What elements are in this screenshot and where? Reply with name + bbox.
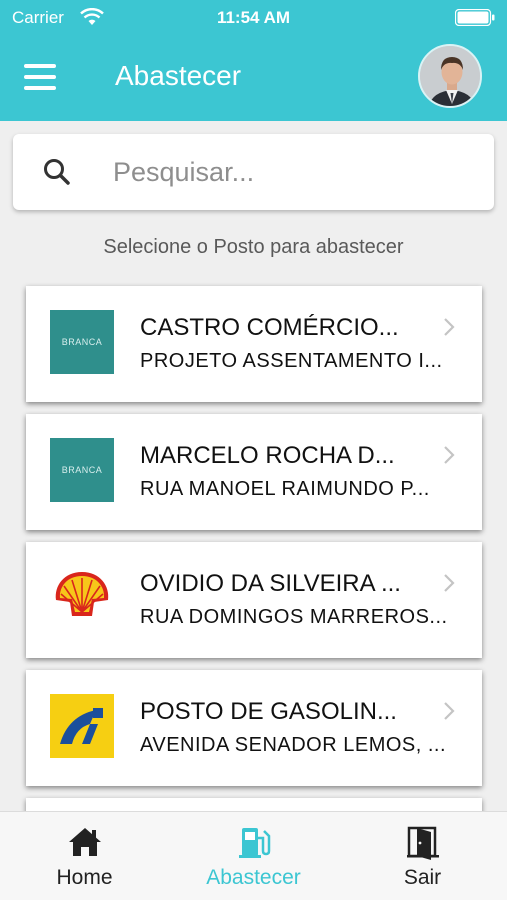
chevron-right-icon (444, 318, 455, 336)
station-list-item[interactable]: BRANCA CASTRO COMÉRCIO... PROJETO ASSENT… (26, 286, 482, 402)
page-title: Abastecer (115, 60, 242, 91)
branca-logo: BRANCA (50, 310, 114, 374)
tab-abastecer[interactable]: Abastecer (169, 812, 338, 900)
chevron-right-icon (444, 702, 455, 720)
station-name: MARCELO ROCHA D... (140, 442, 395, 469)
status-bar: Carrier 11:54 AM (0, 0, 507, 34)
tab-abastecer-label: Abastecer (206, 866, 301, 889)
search-icon (44, 159, 70, 185)
battery-icon (455, 9, 495, 26)
station-address: RUA MANOEL RAIMUNDO P... (140, 478, 430, 500)
station-address: AVENIDA SENADOR LEMOS, ... (140, 734, 447, 756)
tab-sair-label: Sair (403, 866, 442, 889)
station-name: CASTRO COMÉRCIO... (140, 314, 399, 341)
status-time: 11:54 AM (216, 8, 291, 27)
station-list-item[interactable]: OVIDIO DA SILVEIRA ... RUA DOMINGOS MARR… (26, 542, 482, 658)
station-name: POSTO DE GASOLIN... (140, 698, 397, 725)
ipiranga-logo (50, 694, 114, 758)
search-input[interactable] (113, 152, 473, 192)
chevron-right-icon (444, 574, 455, 592)
shell-logo (55, 572, 109, 616)
user-avatar[interactable] (418, 44, 482, 108)
app-header: Carrier 11:54 AM Abastecer (0, 0, 507, 121)
avatar-photo-icon (420, 46, 480, 106)
hamburger-menu-icon[interactable] (24, 64, 56, 90)
tab-sair[interactable]: Sair (338, 812, 507, 900)
station-list-item[interactable]: POSTO DE GASOLIN... AVENIDA SENADOR LEMO… (26, 670, 482, 786)
station-address: PROJETO ASSENTAMENTO I... (140, 350, 443, 372)
search-box (13, 134, 494, 210)
fuel-pump-icon (238, 828, 270, 858)
station-address: RUA DOMINGOS MARREROS... (140, 606, 448, 628)
tab-home-label: Home (56, 866, 113, 889)
branca-logo-text: BRANCA (61, 465, 103, 475)
station-name: OVIDIO DA SILVEIRA ... (140, 570, 401, 597)
bottom-tab-bar: Home Abastecer Sair (0, 811, 507, 900)
tab-home[interactable]: Home (0, 812, 169, 900)
exit-door-icon (406, 826, 439, 860)
branca-logo: BRANCA (50, 438, 114, 502)
chevron-right-icon (444, 446, 455, 464)
home-icon (68, 828, 101, 856)
branca-logo-text: BRANCA (61, 337, 103, 347)
station-list-item[interactable]: BRANCA MARCELO ROCHA D... RUA MANOEL RAI… (26, 414, 482, 530)
instruction-text: Selecione o Posto para abastecer (103, 236, 404, 258)
